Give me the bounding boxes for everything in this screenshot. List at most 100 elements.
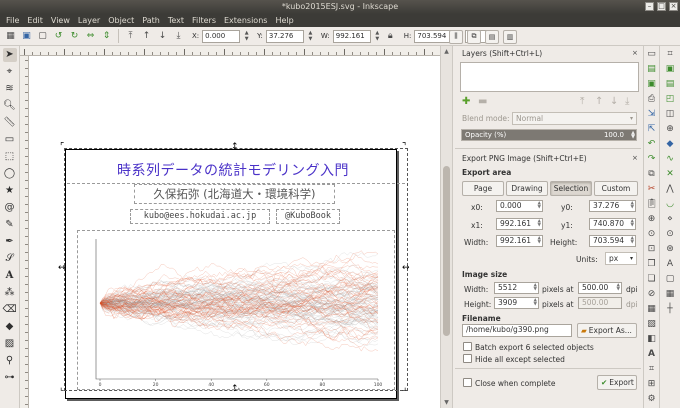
lock-icon[interactable]: 🔒︎ — [384, 30, 397, 43]
snap-smooth-icon[interactable]: ◡ — [664, 198, 677, 211]
unlink-clone-icon[interactable]: ⊘ — [645, 288, 658, 301]
snap-bbox-corner-icon[interactable]: ◰ — [664, 93, 677, 106]
export-as-button[interactable]: ▰ Export As... — [577, 323, 637, 338]
menu-help[interactable]: Help — [275, 16, 293, 25]
slide-twitter[interactable]: @KuboBook — [276, 209, 340, 224]
opacity-slider[interactable]: Opacity (%) 100.0 ▲ ▼ — [461, 129, 637, 141]
snap-page-border-icon[interactable]: ▢ — [664, 273, 677, 286]
hide-except-checkbox[interactable] — [463, 354, 472, 363]
layers-close-icon[interactable]: × — [632, 49, 638, 57]
export-area-page-button[interactable]: Page — [462, 181, 504, 196]
export-area-drawing-button[interactable]: Drawing — [506, 181, 548, 196]
cut-icon[interactable]: ✂ — [645, 183, 658, 196]
dropper-tool-icon[interactable]: ⚲ — [3, 354, 17, 368]
filename-input[interactable]: /home/kubo/g390.png — [462, 324, 572, 337]
snap-grid-icon[interactable]: ▦ — [664, 288, 677, 301]
export-icon[interactable]: ⇱ — [645, 123, 658, 136]
connector-tool-icon[interactable]: ⊶ — [3, 371, 17, 385]
menu-layer[interactable]: Layer — [78, 16, 100, 25]
export-area-custom-button[interactable]: Custom — [594, 181, 638, 196]
lower-to-bottom-icon[interactable]: ⤓ — [172, 30, 185, 43]
import-icon[interactable]: ⇲ — [645, 108, 658, 121]
text-font-icon[interactable]: A — [645, 348, 658, 361]
paste-icon[interactable]: 📋︎ — [645, 198, 658, 211]
deselect-icon[interactable]: ▢ — [36, 30, 49, 43]
x0-input[interactable]: 0.000 ▲ ▼ — [496, 200, 543, 212]
zoom-page-icon[interactable]: ⊡ — [645, 243, 658, 256]
y1-input[interactable]: 740.870 ▲ ▼ — [589, 218, 636, 230]
horizontal-ruler[interactable] — [20, 46, 440, 56]
menu-filters[interactable]: Filters — [192, 16, 216, 25]
xml-editor-icon[interactable]: ⌗ — [645, 363, 658, 376]
snap-path-icon[interactable]: ∿ — [664, 153, 677, 166]
menu-path[interactable]: Path — [142, 16, 160, 25]
measure-tool-icon[interactable]: 📏︎ — [3, 116, 17, 130]
height-input[interactable]: 703.594 ▲ ▼ — [589, 235, 636, 247]
image-height-input[interactable]: 3909 ▲ ▼ — [494, 297, 539, 309]
scale-stroke-icon[interactable]: ⫼ — [449, 29, 463, 44]
selector-tool-icon[interactable]: ➤ — [2, 48, 17, 62]
rectangle-tool-icon[interactable]: ▭ — [3, 133, 17, 147]
y0-input[interactable]: 37.276 ▲ ▼ — [589, 200, 636, 212]
print-icon[interactable]: ⎙ — [645, 93, 658, 106]
lower-icon[interactable]: ↓ — [156, 30, 169, 43]
export-close-icon[interactable]: × — [632, 154, 638, 162]
text-tool-icon[interactable]: A — [3, 269, 17, 283]
layer-top-icon[interactable]: ⤒ — [580, 96, 584, 107]
zoom-tool-icon[interactable]: 🔍︎ — [3, 99, 17, 113]
y-input[interactable]: 37.276 — [265, 29, 304, 43]
remove-layer-icon[interactable]: ▬ — [478, 96, 487, 107]
vertical-ruler[interactable] — [20, 56, 29, 408]
save-icon[interactable]: ▣ — [645, 78, 658, 91]
spiral-tool-icon[interactable]: @ — [3, 201, 17, 215]
bucket-tool-icon[interactable]: ◆ — [3, 320, 17, 334]
ungroup-icon[interactable]: ▧ — [645, 318, 658, 331]
export-area-selection-button[interactable]: Selection — [550, 181, 592, 196]
raise-to-top-icon[interactable]: ⤒ — [124, 30, 137, 43]
snap-toggle-icon[interactable]: ⌗ — [664, 48, 677, 61]
w-spinner[interactable]: ▲ ▼ — [374, 30, 381, 43]
close-when-complete-checkbox[interactable] — [463, 378, 472, 387]
node-tool-icon[interactable]: ⌖ — [3, 65, 17, 79]
scale-handle-left[interactable]: ↔ — [58, 264, 66, 273]
image-width-input[interactable]: 5512 ▲ ▼ — [494, 282, 539, 294]
export-button[interactable]: ✔ Export — [597, 375, 637, 390]
select-all-layers-icon[interactable]: ▣ — [20, 30, 33, 43]
tweak-tool-icon[interactable]: ≋ — [3, 82, 17, 96]
align-icon[interactable]: ⊞ — [645, 378, 658, 391]
units-select[interactable]: px — [605, 252, 637, 265]
snap-midpoint-icon[interactable]: ⋄ — [664, 213, 677, 226]
open-icon[interactable]: ▤ — [645, 63, 658, 76]
opacity-spinner[interactable]: ▲ ▼ — [631, 131, 635, 140]
snap-bbox-icon[interactable]: ▣ — [664, 63, 677, 76]
menu-view[interactable]: View — [51, 16, 70, 25]
scale-handle-tl[interactable]: ⌜ — [60, 143, 64, 152]
pen-tool-icon[interactable]: ✒ — [3, 235, 17, 249]
snap-bbox-edge-icon[interactable]: ▤ — [664, 78, 677, 91]
scale-handle-top[interactable]: ↕ — [231, 143, 239, 152]
scroll-down-icon[interactable]: ▼ — [441, 399, 452, 406]
scroll-thumb[interactable] — [443, 166, 450, 336]
scale-handle-tr[interactable]: ⌝ — [402, 143, 406, 152]
zoom-selection-icon[interactable]: ⊕ — [645, 213, 658, 226]
snap-rotation-center-icon[interactable]: ⊛ — [664, 243, 677, 256]
transform-patterns-icon[interactable]: ▥ — [503, 29, 517, 44]
snap-center-icon[interactable]: ⊕ — [664, 123, 677, 136]
snap-nodes-icon[interactable]: ◆ — [664, 138, 677, 151]
rotate-ccw-icon[interactable]: ↺ — [52, 30, 65, 43]
w-input[interactable]: 992.161 — [332, 29, 371, 43]
layers-list[interactable] — [460, 62, 639, 92]
layer-down-icon[interactable]: ↓ — [610, 96, 618, 107]
clone-icon[interactable]: ❏ — [645, 273, 658, 286]
menu-extensions[interactable]: Extensions — [224, 16, 267, 25]
snap-text-baseline-icon[interactable]: A — [664, 258, 677, 271]
close-window-button[interactable]: × — [669, 2, 678, 11]
dpi-input[interactable]: 500.00 ▲ ▼ — [578, 282, 622, 294]
pencil-tool-icon[interactable]: ✎ — [3, 218, 17, 232]
slide-title[interactable]: 時系列データの統計モデリング入門 — [68, 160, 398, 180]
batch-export-checkbox[interactable] — [463, 342, 472, 351]
minimize-button[interactable]: – — [645, 2, 654, 11]
menu-object[interactable]: Object — [108, 16, 134, 25]
canvas-vertical-scrollbar[interactable]: ▲ ▼ — [440, 46, 452, 408]
scale-corners-icon[interactable]: ⧉ — [467, 29, 481, 44]
